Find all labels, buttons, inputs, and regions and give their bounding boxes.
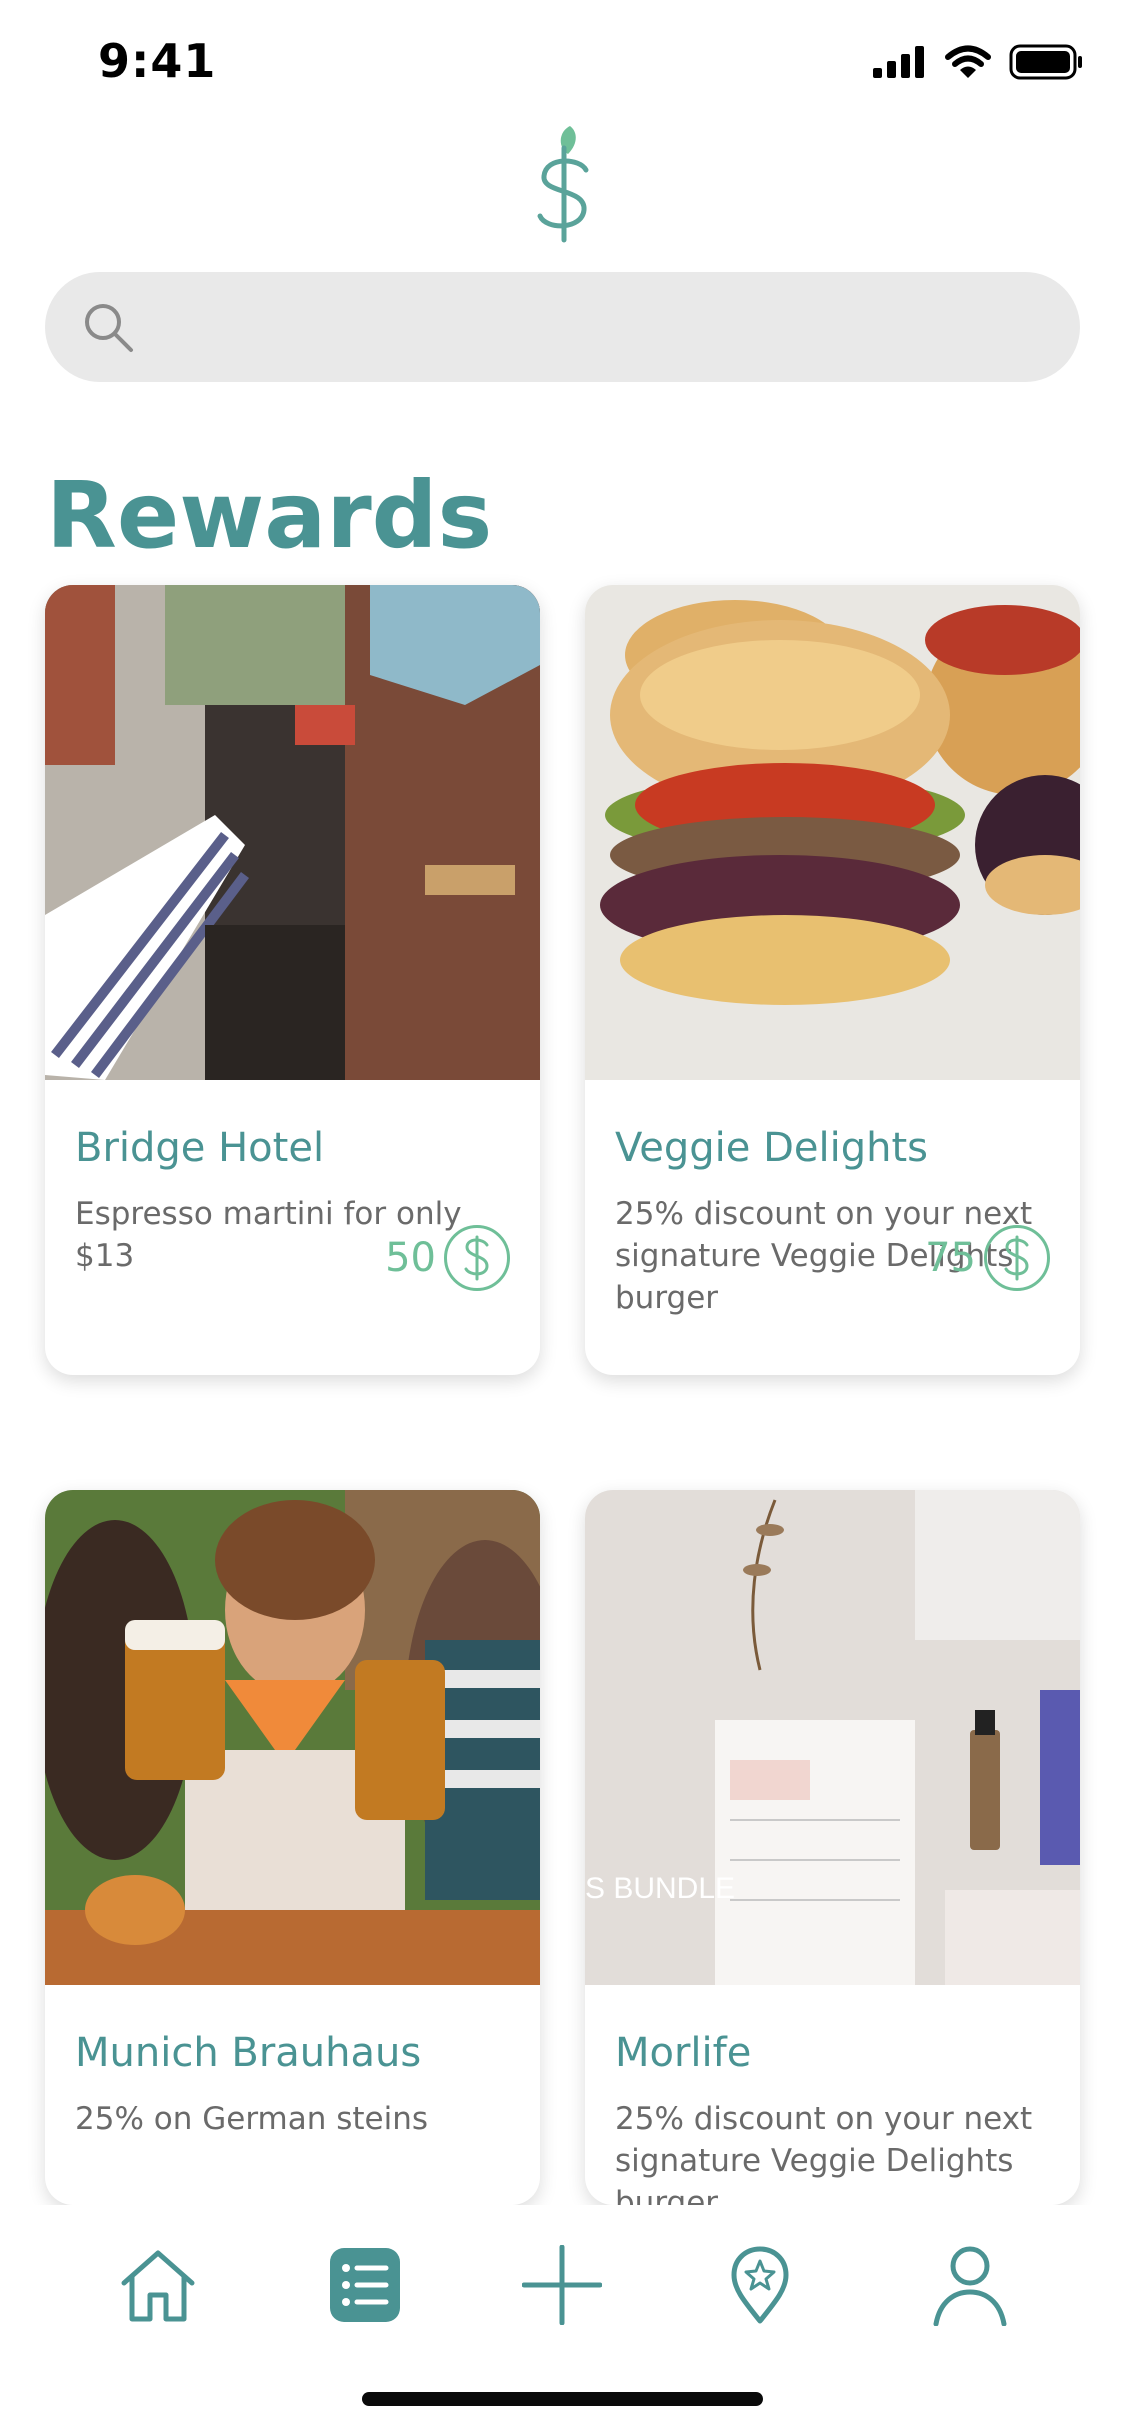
tab-add[interactable]	[512, 2235, 612, 2335]
tab-locations[interactable]	[710, 2235, 810, 2335]
location-icon	[731, 2246, 789, 2324]
tab-list[interactable]	[315, 2235, 415, 2335]
coin-icon	[444, 1225, 510, 1291]
list-icon	[330, 2248, 400, 2322]
coin-icon	[984, 1225, 1050, 1291]
reward-image: S BUNDLE	[585, 1490, 1080, 1985]
search-icon	[85, 304, 133, 352]
reward-card-bridge-hotel[interactable]: Bridge Hotel Espresso martini for only $…	[45, 585, 540, 1375]
status-time: 9:41	[98, 34, 217, 88]
home-icon	[121, 2250, 195, 2322]
points-value: 75	[925, 1235, 976, 1281]
signal-icon	[873, 46, 924, 78]
reward-name: Bridge Hotel	[75, 1125, 325, 1171]
tab-home[interactable]	[108, 2235, 208, 2335]
reward-points: 75	[925, 1225, 1050, 1291]
home-indicator[interactable]	[362, 2392, 763, 2406]
logo-icon	[537, 126, 589, 243]
reward-points: 50	[385, 1225, 510, 1291]
profile-icon	[933, 2246, 1007, 2326]
reward-description: 25% on German steins	[75, 2101, 429, 2137]
reward-card-morlife[interactable]: S BUNDLE Morlife 25% discount on your ne…	[585, 1490, 1080, 2205]
reward-card-veggie-delights[interactable]: Veggie Delights 25% discount on your nex…	[585, 585, 1080, 1375]
reward-name: Veggie Delights	[615, 1125, 928, 1171]
reward-image-text: S BUNDLE	[585, 1872, 736, 1905]
add-icon	[522, 2245, 602, 2325]
reward-card-munich-brauhaus[interactable]: Munich Brauhaus 25% on German steins	[45, 1490, 540, 2205]
reward-image	[585, 585, 1080, 1080]
page-title: Rewards	[46, 462, 493, 569]
wifi-icon	[945, 45, 991, 78]
status-icons	[873, 44, 1083, 80]
reward-name: Morlife	[615, 2030, 752, 2076]
status-bar: 9:41	[0, 0, 1125, 130]
search-input[interactable]	[45, 272, 1080, 382]
points-value: 50	[385, 1235, 436, 1281]
tab-profile[interactable]	[920, 2235, 1020, 2335]
reward-image	[45, 585, 540, 1080]
reward-description: 25% discount on your next signature Vegg…	[615, 2101, 1033, 2205]
reward-image	[45, 1490, 540, 1985]
reward-name: Munich Brauhaus	[75, 2030, 422, 2076]
battery-icon	[1009, 44, 1082, 80]
